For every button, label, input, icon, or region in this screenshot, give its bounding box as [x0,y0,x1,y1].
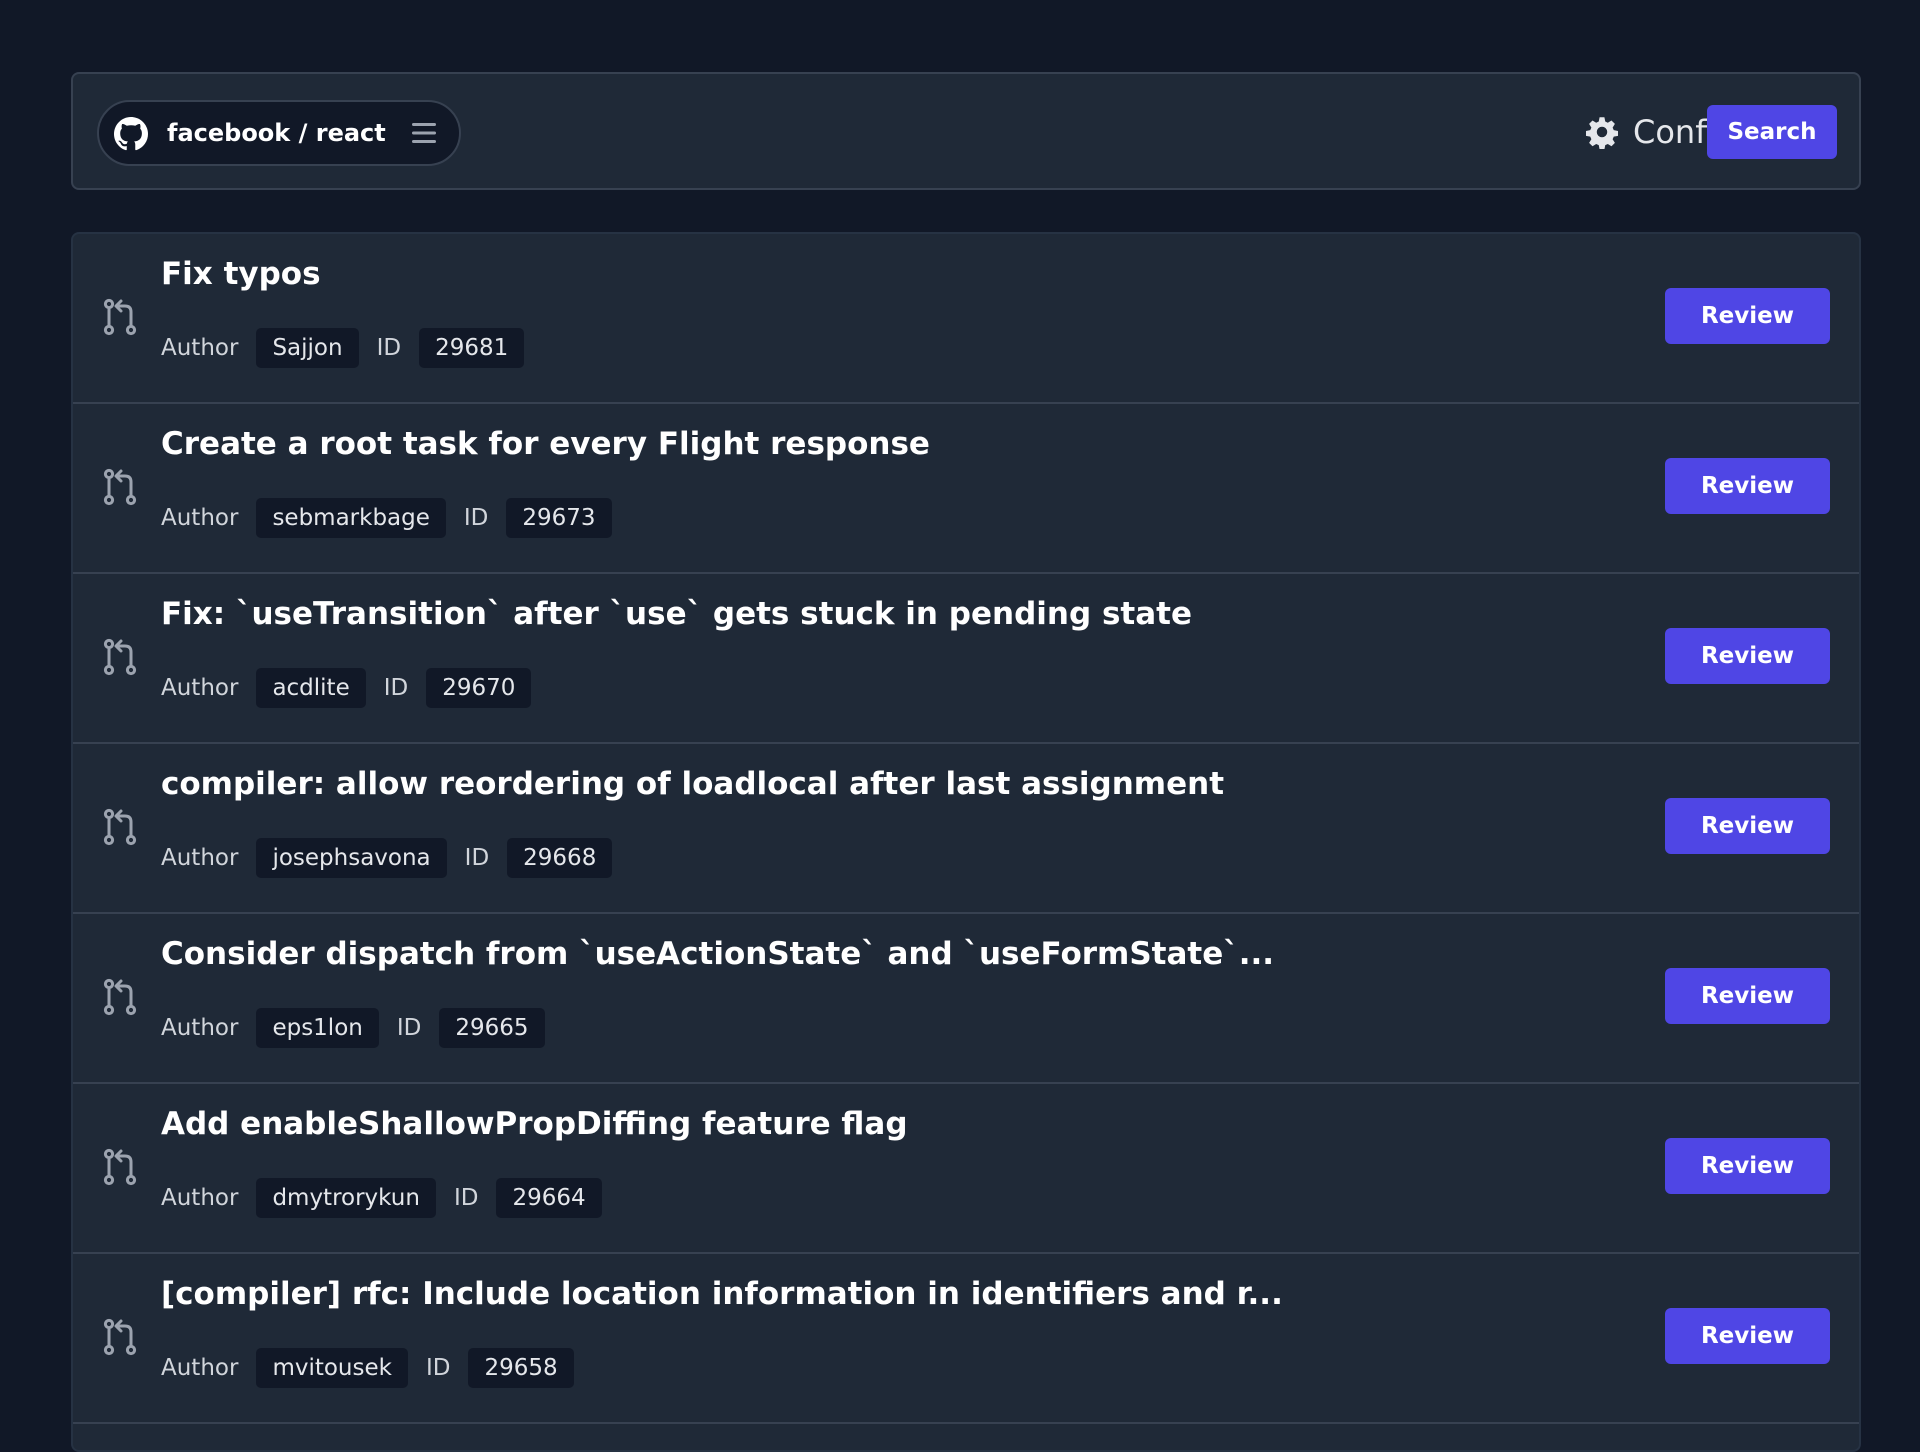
menu-icon[interactable] [411,121,437,145]
pull-request-title: Fix typos [161,256,321,292]
review-button[interactable]: Review [1665,288,1830,344]
pull-request-title: Create a root task for every Flight resp… [161,426,930,462]
id-label: ID [383,675,409,701]
pull-request-title: Add enableShallowPropDiffing feature fla… [161,1106,908,1142]
id-label: ID [376,335,402,361]
author-label: Author [161,1355,239,1381]
author-chip: mvitousek [256,1348,408,1388]
pull-request-title: [compiler] rfc: Include location informa… [161,1276,1283,1312]
pull-request-row: Fix: `useTransition` after `use` gets st… [73,574,1859,744]
pull-request-meta: Author josephsavona ID 29668 [161,838,630,878]
author-chip: sebmarkbage [256,498,446,538]
pull-request-row: Fix typos Author Sajjon ID 29681 Review [73,234,1859,404]
author-chip: dmytrorykun [256,1178,436,1218]
search-button[interactable]: Search [1707,105,1837,159]
pull-request-list: Fix typos Author Sajjon ID 29681 Review Create… [71,232,1861,1452]
id-chip: 29658 [468,1348,574,1388]
pull-request-meta: Author sebmarkbage ID 29673 [161,498,630,538]
author-label: Author [161,1185,239,1211]
pull-request-title: Fix: `useTransition` after `use` gets st… [161,596,1192,632]
pull-request-row: [compiler] rfc: Include location informa… [73,1254,1859,1424]
review-button[interactable]: Review [1665,798,1830,854]
id-label: ID [425,1355,451,1381]
pull-request-icon [103,468,137,506]
id-chip: 29664 [496,1178,602,1218]
author-label: Author [161,845,239,871]
author-label: Author [161,1015,239,1041]
pull-request-title: compiler: allow reordering of loadlocal … [161,766,1225,802]
id-label: ID [396,1015,422,1041]
pull-request-meta: Author mvitousek ID 29658 [161,1348,592,1388]
author-label: Author [161,335,239,361]
id-label: ID [453,1185,479,1211]
id-chip: 29668 [507,838,613,878]
pull-request-meta: Author acdlite ID 29670 [161,668,549,708]
id-chip: 29681 [419,328,525,368]
pull-request-icon [103,638,137,676]
pull-request-icon [103,1148,137,1186]
id-chip: 29670 [426,668,532,708]
github-icon [114,117,148,151]
repo-selector[interactable]: facebook / react [97,100,461,166]
review-button[interactable]: Review [1665,1138,1830,1194]
pull-request-title: Consider dispatch from `useActionState` … [161,936,1275,972]
review-button[interactable]: Review [1665,1308,1830,1364]
review-button[interactable]: Review [1665,628,1830,684]
author-chip: josephsavona [256,838,447,878]
top-bar: facebook / react Config Search [71,72,1861,190]
gear-icon [1585,117,1619,149]
pull-request-meta: Author dmytrorykun ID 29664 [161,1178,620,1218]
review-button[interactable]: Review [1665,968,1830,1024]
pull-request-icon [103,978,137,1016]
id-chip: 29673 [506,498,612,538]
pull-request-row: Add enableShallowPropDiffing feature fla… [73,1084,1859,1254]
author-chip: eps1lon [256,1008,379,1048]
author-label: Author [161,675,239,701]
pull-request-row: Create a root task for every Flight resp… [73,404,1859,574]
pull-request-row: Consider dispatch from `useActionState` … [73,914,1859,1084]
pull-request-icon [103,298,137,336]
pull-request-icon [103,808,137,846]
author-chip: acdlite [256,668,366,708]
pull-request-row: compiler: allow reordering of loadlocal … [73,744,1859,914]
pull-request-meta: Author Sajjon ID 29681 [161,328,542,368]
id-chip: 29665 [439,1008,545,1048]
repo-name: facebook / react [167,119,386,147]
author-label: Author [161,505,239,531]
pull-request-meta: Author eps1lon ID 29665 [161,1008,563,1048]
id-label: ID [463,505,489,531]
pull-request-icon [103,1318,137,1356]
author-chip: Sajjon [256,328,359,368]
id-label: ID [464,845,490,871]
review-button[interactable]: Review [1665,458,1830,514]
